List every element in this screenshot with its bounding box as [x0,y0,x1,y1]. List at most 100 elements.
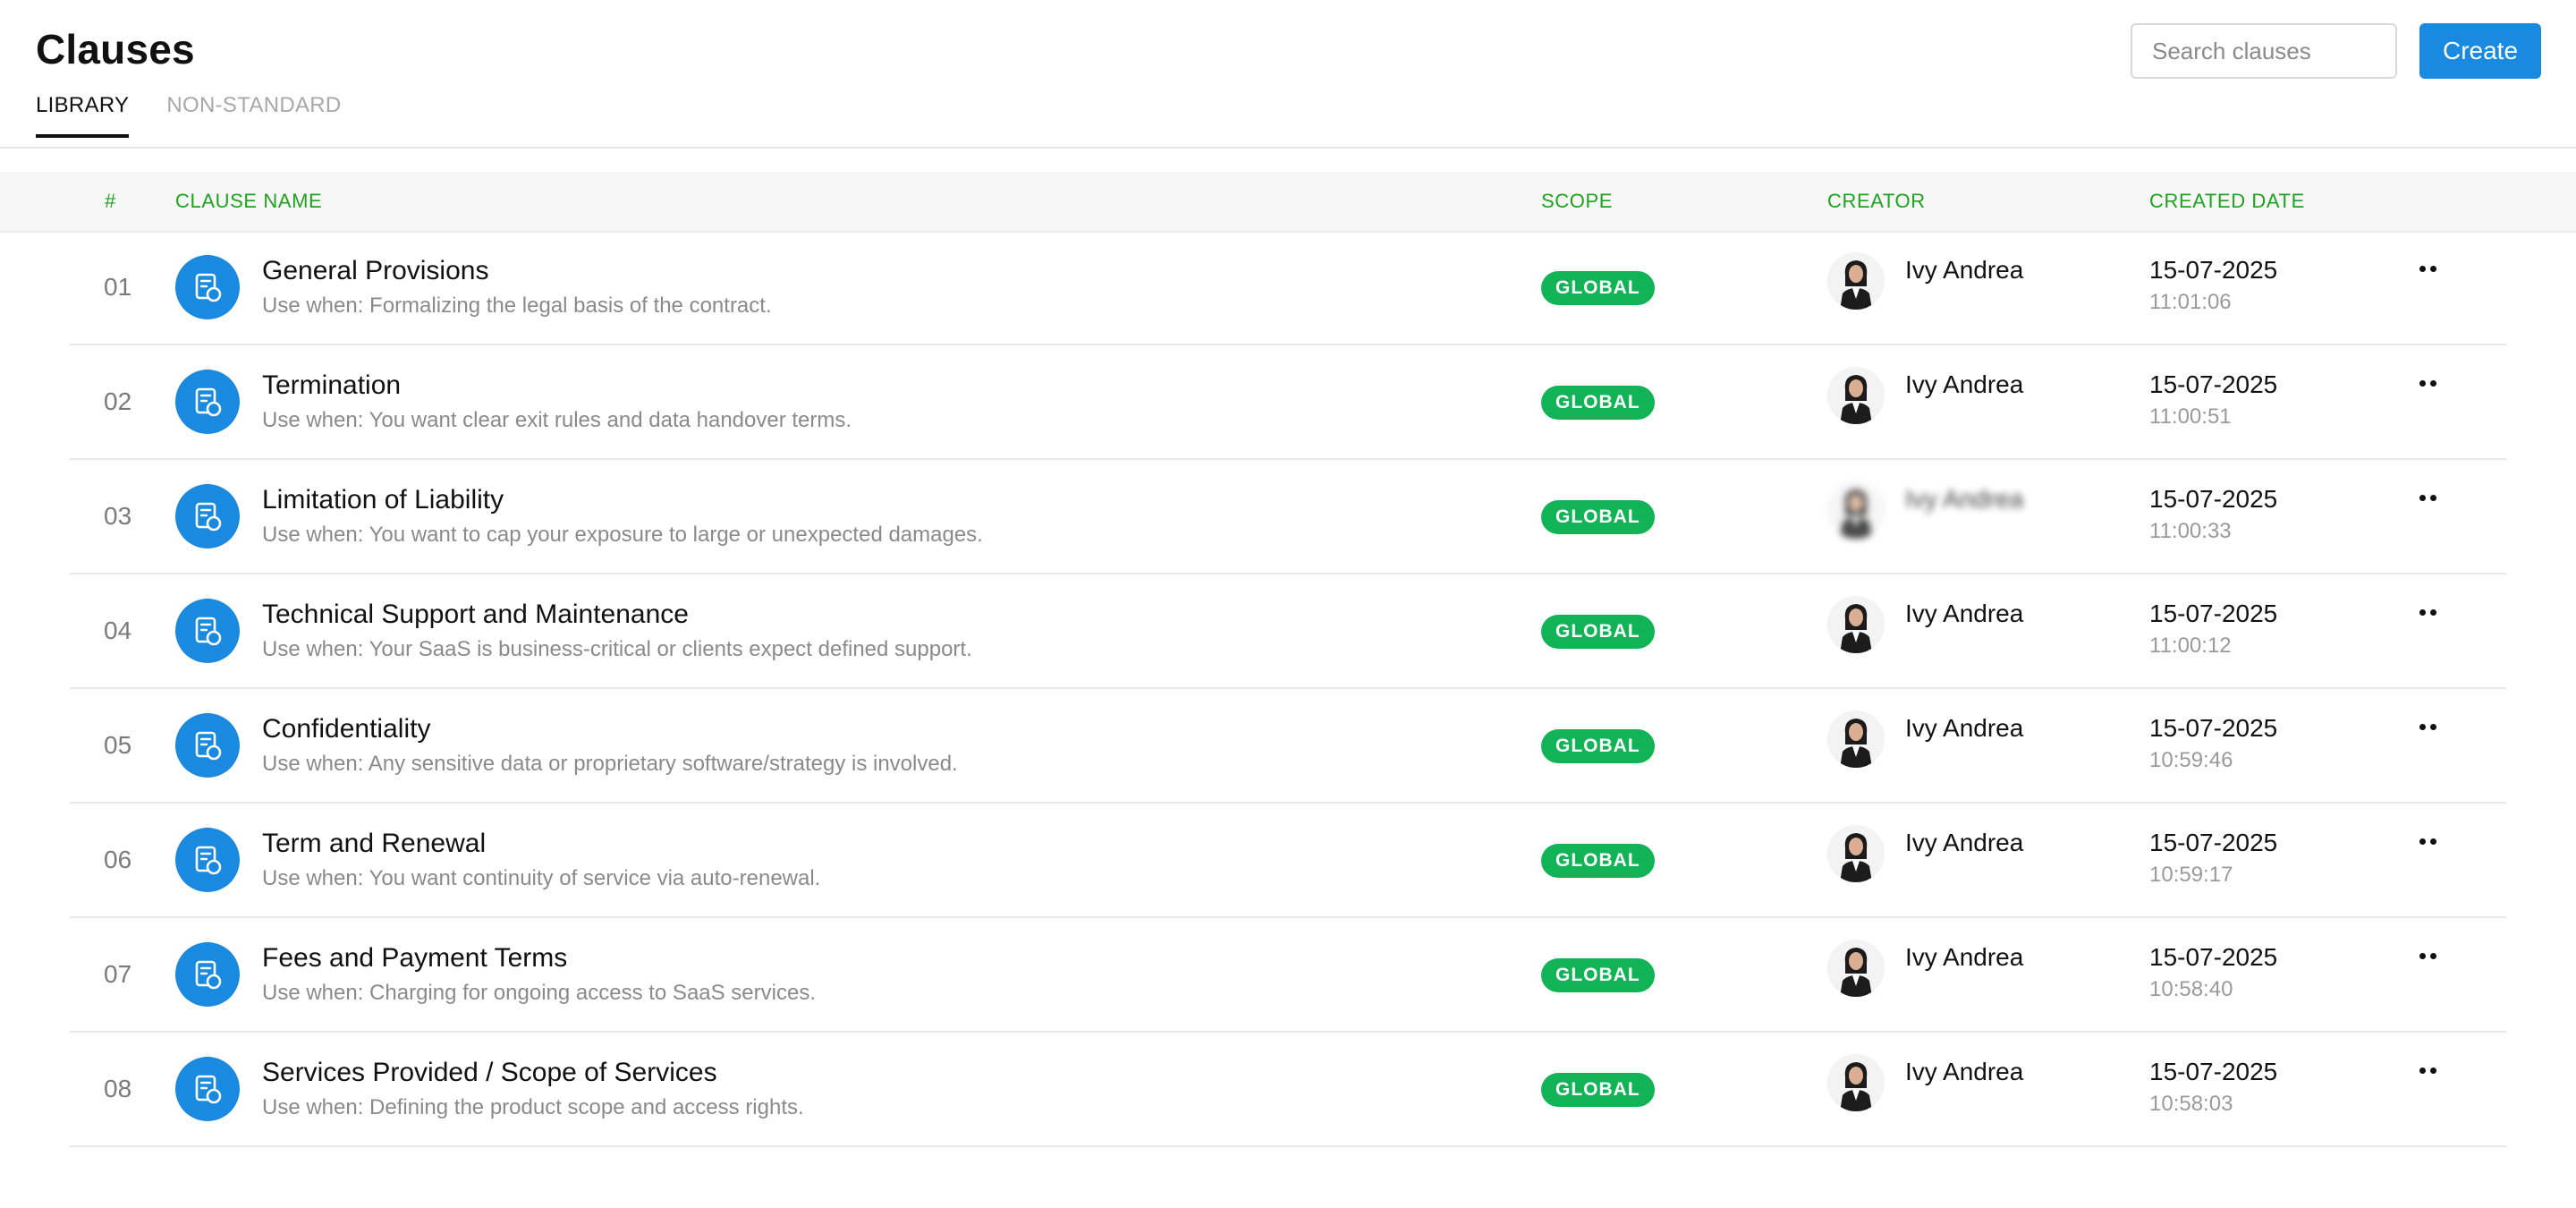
more-actions-button[interactable] [2410,830,2445,852]
search-input[interactable] [2150,36,2453,66]
clause-title[interactable]: Technical Support and Maintenance [262,600,689,630]
column-header-created-date[interactable]: CREATED DATE [2149,172,2305,231]
scope-badge: GLOBAL [1541,1073,1655,1107]
row-number: 03 [104,502,132,530]
document-shield-icon [175,713,240,778]
created-date: 15-07-2025 [2149,714,2278,742]
clause-title[interactable]: Limitation of Liability [262,485,504,515]
created-date: 15-07-2025 [2149,600,2278,627]
clause-title[interactable]: Confidentiality [262,714,430,744]
created-date: 15-07-2025 [2149,256,2278,284]
more-actions-button[interactable] [2410,601,2445,623]
creator-avatar [1827,940,1885,997]
row-number: 02 [104,387,132,415]
scope-badge: GLOBAL [1541,271,1655,305]
clause-description: Use when: You want to cap your exposure … [262,523,983,547]
column-header-number[interactable]: # [105,172,116,231]
more-horizontal-icon [2419,379,2426,387]
clause-title[interactable]: Termination [262,370,401,401]
more-horizontal-icon [2429,494,2436,501]
created-time: 10:58:03 [2149,1092,2233,1116]
clause-title[interactable]: Fees and Payment Terms [262,943,567,974]
clause-description: Use when: You want clear exit rules and … [262,408,852,432]
created-date: 15-07-2025 [2149,829,2278,856]
table-row[interactable]: 08 Services Provided / Scope of Services… [70,1033,2506,1147]
created-time: 11:00:12 [2149,634,2232,658]
creator-avatar [1827,252,1885,310]
more-actions-button[interactable] [2410,1059,2445,1081]
row-number: 08 [104,1075,132,1102]
more-horizontal-icon [2419,608,2426,616]
row-number: 04 [104,617,132,644]
tab-library[interactable]: LIBRARY [36,93,130,138]
scope-badge: GLOBAL [1541,615,1655,649]
more-horizontal-icon [2429,608,2436,616]
page-title: Clauses [36,26,195,72]
more-horizontal-icon [2419,265,2426,272]
created-date: 15-07-2025 [2149,370,2278,398]
creator-avatar [1827,710,1885,768]
more-horizontal-icon [2419,723,2426,730]
create-button[interactable]: Create [2419,23,2541,79]
clause-description: Use when: Formalizing the legal basis of… [262,293,772,318]
more-horizontal-icon [2429,838,2436,845]
table-row[interactable]: 07 Fees and Payment Terms Use when: Char… [70,918,2506,1033]
scope-badge: GLOBAL [1541,500,1655,534]
scope-badge: GLOBAL [1541,958,1655,992]
document-shield-icon [175,599,240,663]
document-shield-icon [175,828,240,892]
scope-badge: GLOBAL [1541,729,1655,763]
created-date: 15-07-2025 [2149,943,2278,971]
created-time: 10:58:40 [2149,977,2233,1001]
more-horizontal-icon [2429,379,2436,387]
tab-non-standard[interactable]: NON-STANDARD [166,93,341,138]
creator-avatar [1827,596,1885,653]
creator-name: Ivy Andrea [1905,1058,2024,1085]
created-date: 15-07-2025 [2149,1058,2278,1085]
more-actions-button[interactable] [2410,945,2445,966]
table-header: # CLAUSE NAME SCOPE CREATOR CREATED DATE [0,172,2576,233]
table-row[interactable]: 03 Limitation of Liability Use when: You… [70,460,2506,574]
created-time: 11:00:33 [2149,519,2232,543]
column-header-clause-name[interactable]: CLAUSE NAME [175,172,322,231]
creator-name: Ivy Andrea [1905,943,2024,971]
column-header-scope[interactable]: SCOPE [1541,172,1613,231]
created-time: 11:00:51 [2149,404,2232,429]
clause-description: Use when: Your SaaS is business-critical… [262,637,972,661]
tab-bar: LIBRARY NON-STANDARD [36,93,342,138]
created-time: 11:01:06 [2149,290,2232,314]
table-row[interactable]: 05 Confidentiality Use when: Any sensiti… [70,689,2506,804]
scope-badge: GLOBAL [1541,386,1655,420]
created-date: 15-07-2025 [2149,485,2278,513]
table-row[interactable]: 02 Termination Use when: You want clear … [70,345,2506,460]
creator-avatar [1827,825,1885,882]
more-actions-button[interactable] [2410,258,2445,279]
clause-title[interactable]: Services Provided / Scope of Services [262,1058,717,1088]
more-horizontal-icon [2419,838,2426,845]
more-horizontal-icon [2429,723,2436,730]
scope-badge: GLOBAL [1541,844,1655,878]
search-box[interactable] [2131,23,2478,79]
creator-avatar [1827,1054,1885,1111]
creator-name: Ivy Andrea [1905,370,2024,398]
table-row[interactable]: 06 Term and Renewal Use when: You want c… [70,804,2506,918]
creator-name: Ivy Andrea [1905,485,2024,513]
creator-name: Ivy Andrea [1905,714,2024,742]
column-header-creator[interactable]: CREATOR [1827,172,1926,231]
row-number: 07 [104,960,132,988]
table-row[interactable]: 01 General Provisions Use when: Formaliz… [70,231,2506,345]
creator-avatar [1827,481,1885,539]
table-row[interactable]: 04 Technical Support and Maintenance Use… [70,574,2506,689]
clause-description: Use when: Defining the product scope and… [262,1095,804,1119]
clause-title[interactable]: Term and Renewal [262,829,486,859]
more-actions-button[interactable] [2410,487,2445,508]
document-shield-icon [175,484,240,549]
creator-name: Ivy Andrea [1905,600,2024,627]
clause-description: Use when: You want continuity of service… [262,866,821,890]
more-actions-button[interactable] [2410,372,2445,394]
clause-title[interactable]: General Provisions [262,256,488,286]
row-number: 01 [104,273,132,301]
more-actions-button[interactable] [2410,716,2445,737]
document-shield-icon [175,370,240,434]
more-horizontal-icon [2419,1067,2426,1074]
